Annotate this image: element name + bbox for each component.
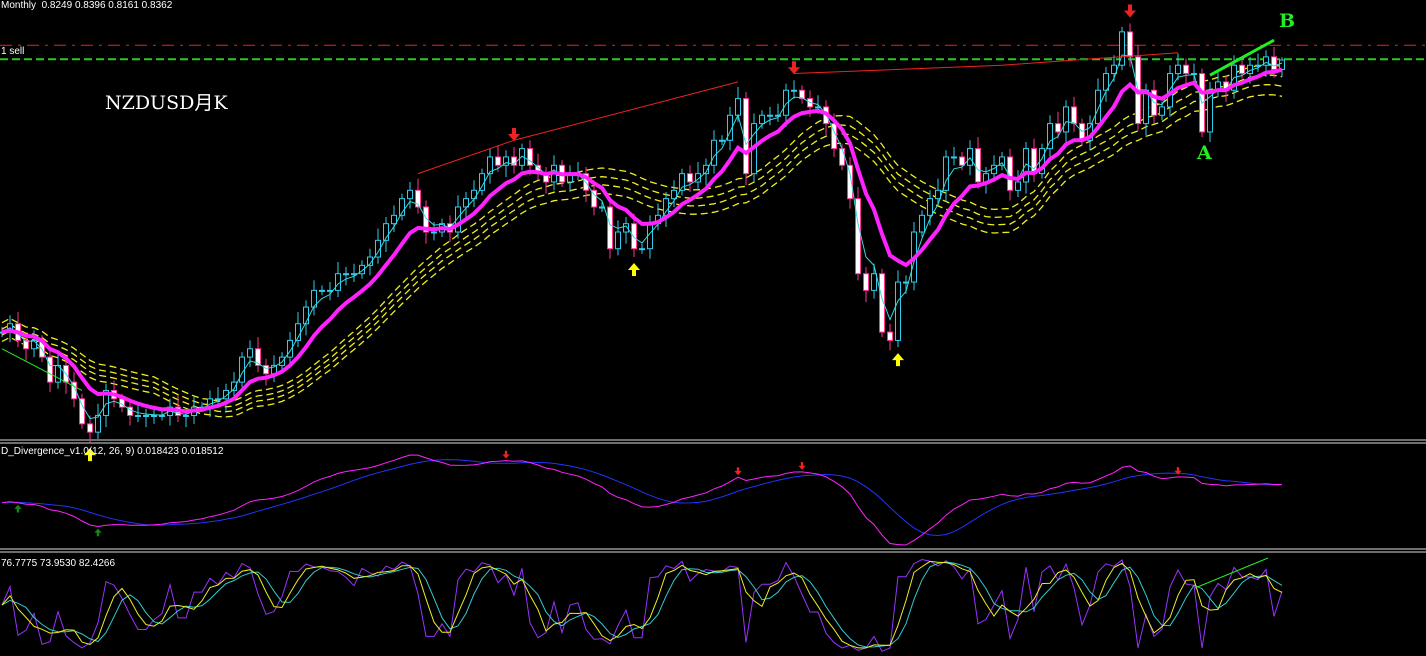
bull-candle — [895, 281, 901, 341]
bull-candle — [903, 281, 909, 284]
bull-candle — [615, 231, 621, 250]
bull-candle — [719, 139, 725, 142]
macd-signal-line — [1, 459, 1282, 537]
bull-candle — [767, 114, 773, 117]
bull-candle — [919, 214, 925, 233]
bull-candle — [927, 198, 933, 216]
bear-candle — [975, 148, 981, 183]
bull-candle — [1159, 106, 1165, 116]
bull-candle — [967, 148, 973, 166]
macd-main-line — [1, 454, 1282, 546]
bear-candle — [959, 156, 965, 166]
bull-candle — [319, 289, 325, 292]
sell-arrow-icon — [788, 61, 800, 75]
bull-candle — [151, 414, 157, 417]
bear-candle — [743, 98, 749, 175]
macd-sell-arrow-icon — [798, 462, 806, 470]
bear-candle — [1271, 56, 1277, 70]
bull-candle — [711, 139, 717, 166]
stoch-panel-label: 76.7775 73.9530 82.4266 — [1, 558, 115, 569]
point-a-label: A — [1197, 142, 1212, 164]
bull-candle — [951, 156, 957, 159]
bull-candle — [759, 114, 765, 125]
bull-candle — [479, 173, 485, 191]
bull-candle — [471, 189, 477, 200]
bull-candle — [735, 98, 741, 116]
macd-sell-arrow-icon — [734, 467, 742, 476]
bull-candle — [791, 89, 797, 92]
bull-candle — [663, 198, 669, 216]
bull-candle — [135, 414, 141, 417]
bull-candle — [343, 273, 349, 276]
bear-candle — [631, 223, 637, 250]
bull-candle — [1063, 106, 1069, 133]
macd-panel-label: D_Divergence_v1.0(12, 26, 9) 0.018423 0.… — [1, 446, 224, 457]
chart-window[interactable]: Monthly 0.8249 0.8396 0.8161 0.8362 1 se… — [0, 0, 1426, 656]
bear-candle — [687, 173, 693, 183]
trendline-red — [417, 81, 739, 175]
bear-candle — [887, 331, 893, 341]
bull-candle — [1095, 89, 1101, 125]
bull-candle — [1175, 64, 1181, 75]
buy-arrow-icon — [892, 353, 904, 367]
bull-candle — [31, 339, 37, 350]
macd-buy-arrow-icon — [14, 504, 22, 513]
bear-candle — [607, 206, 613, 250]
bull-candle — [335, 273, 341, 291]
bull-candle — [247, 348, 253, 358]
bull-candle — [143, 414, 149, 417]
bear-candle — [263, 364, 269, 375]
bull-candle — [391, 214, 397, 225]
bull-candle — [639, 248, 645, 251]
bear-candle — [1071, 106, 1077, 125]
header-info: Monthly 0.8249 0.8396 0.8161 0.8362 — [1, 0, 172, 11]
bear-candle — [1055, 123, 1061, 133]
bear-candle — [863, 273, 869, 291]
bull-candle — [935, 189, 941, 200]
bull-candle — [1015, 181, 1021, 191]
bull-candle — [327, 289, 333, 292]
point-b-label: B — [1279, 10, 1296, 32]
sell-arrow-icon — [1124, 4, 1136, 18]
chart-title: NZDUSD月K — [105, 92, 228, 114]
macd-sell-arrow-icon — [502, 450, 510, 459]
bear-candle — [87, 423, 93, 433]
sell-order-label[interactable]: 1 sell — [1, 46, 24, 57]
bear-candle — [1127, 31, 1133, 58]
bull-candle — [95, 414, 101, 433]
bull-candle — [407, 189, 413, 200]
buy-arrow-icon — [628, 263, 640, 277]
ohlc-values: 0.8249 0.8396 0.8161 0.8362 — [41, 0, 173, 11]
bear-candle — [1239, 64, 1245, 75]
bear-candle — [1183, 64, 1189, 75]
bull-candle — [871, 273, 877, 291]
bull-candle — [431, 231, 437, 234]
bear-candle — [79, 398, 85, 425]
timeframe-label: Monthly — [1, 0, 37, 11]
bear-candle — [495, 156, 501, 166]
bear-candle — [839, 148, 845, 166]
bull-candle — [183, 414, 189, 417]
bull-candle — [159, 414, 165, 417]
macd-buy-arrow-icon — [94, 528, 102, 537]
